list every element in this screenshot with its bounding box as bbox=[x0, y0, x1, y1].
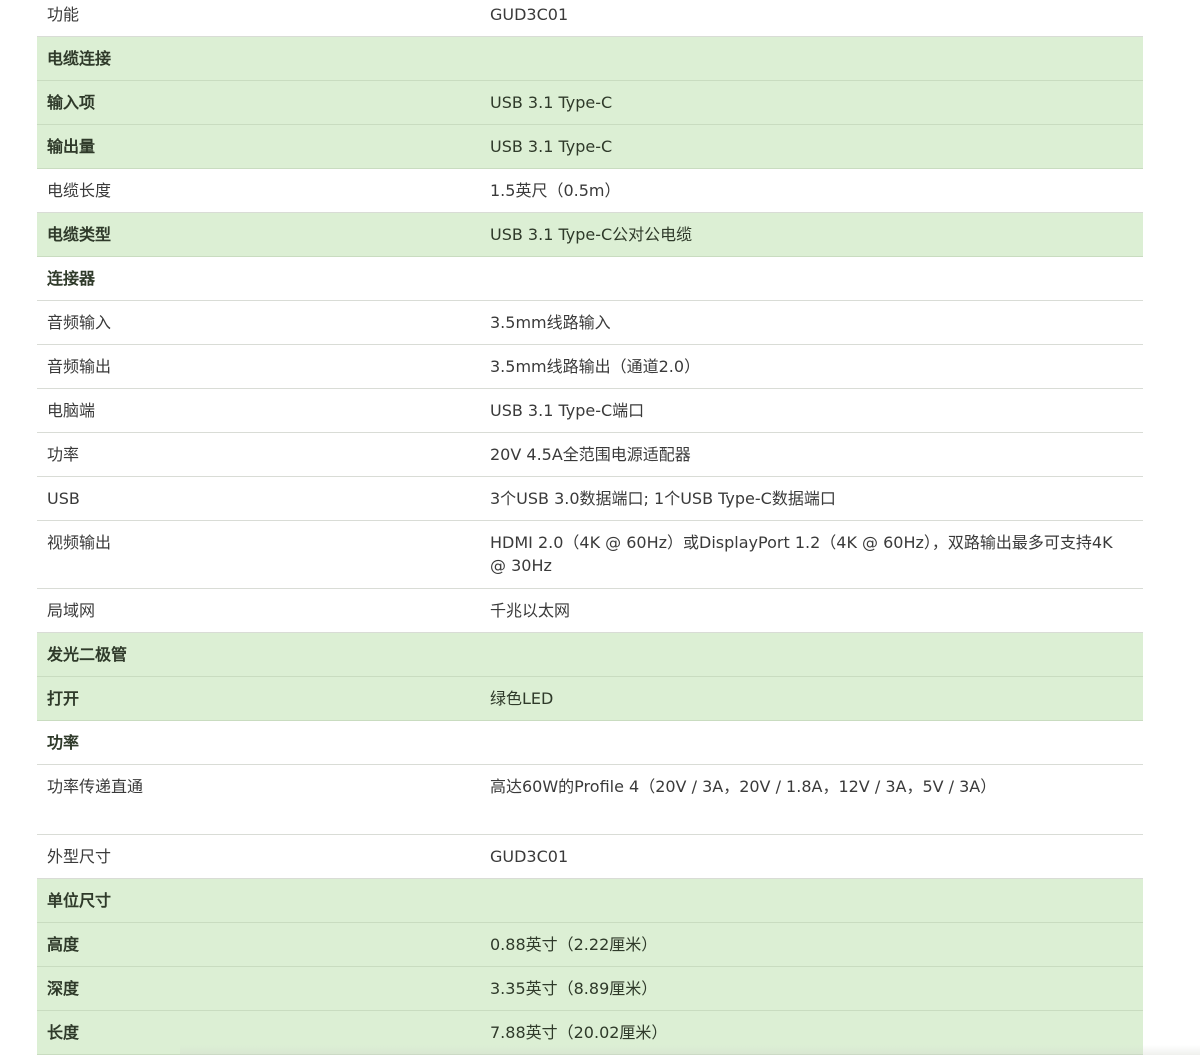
spec-value: 千兆以太网 bbox=[490, 601, 571, 620]
spec-value: 3.5mm线路输入 bbox=[490, 313, 611, 332]
spec-row: USB 3个USB 3.0数据端口; 1个USB Type-C数据端口 bbox=[37, 477, 1143, 521]
spec-label: 打开 bbox=[47, 689, 80, 708]
spec-label: 功率 bbox=[47, 733, 80, 752]
spec-value: 3.5mm线路输出（通道2.0） bbox=[490, 357, 701, 376]
spec-row: 打开 绿色LED bbox=[37, 677, 1143, 721]
spec-label: 长度 bbox=[47, 1023, 80, 1042]
spec-label: 高度 bbox=[47, 935, 80, 954]
spec-value: 0.88英寸（2.22厘米） bbox=[490, 935, 658, 954]
spec-row: 功率传递直通 高达60W的Profile 4（20V / 3A，20V / 1.8… bbox=[37, 765, 1143, 835]
section-header-row: 发光二极管 bbox=[37, 633, 1143, 677]
spec-value: 3.35英寸（8.89厘米） bbox=[490, 979, 658, 998]
spec-row: 输入项 USB 3.1 Type-C bbox=[37, 81, 1143, 125]
spec-value bbox=[490, 721, 1143, 731]
spec-label: 功能 bbox=[47, 5, 80, 24]
section-header-row: 电缆连接 bbox=[37, 37, 1143, 81]
spec-label: 电缆类型 bbox=[47, 225, 112, 244]
spec-value: 3个USB 3.0数据端口; 1个USB Type-C数据端口 bbox=[490, 489, 836, 508]
section-header-row: 功率 bbox=[37, 721, 1143, 765]
spec-value bbox=[490, 37, 1143, 47]
spec-value: USB 3.1 Type-C公对公电缆 bbox=[490, 225, 693, 244]
spec-label: 单位尺寸 bbox=[47, 891, 112, 910]
spec-value bbox=[490, 879, 1143, 889]
spec-label: 音频输入 bbox=[47, 313, 112, 332]
spec-row: 深度 3.35英寸（8.89厘米） bbox=[37, 967, 1143, 1011]
spec-label: 视频输出 bbox=[47, 533, 112, 552]
spec-label: 电缆连接 bbox=[47, 49, 112, 68]
spec-row: 功能 GUD3C01 bbox=[37, 0, 1143, 37]
spec-value: GUD3C01 bbox=[490, 5, 569, 24]
spec-value: 高达60W的Profile 4（20V / 3A，20V / 1.8A，12V … bbox=[490, 777, 997, 796]
spec-row: 外型尺寸 GUD3C01 bbox=[37, 835, 1143, 879]
spec-value: USB 3.1 Type-C bbox=[490, 137, 613, 156]
spec-label: 输出量 bbox=[47, 137, 96, 156]
spec-value: USB 3.1 Type-C bbox=[490, 93, 613, 112]
spec-label: 外型尺寸 bbox=[47, 847, 112, 866]
spec-value: 绿色LED bbox=[490, 689, 554, 708]
spec-table: 功能 GUD3C01 电缆连接输入项 USB 3.1 Type-C 输出量 USB 3.1… bbox=[37, 0, 1143, 1055]
spec-label: 电缆长度 bbox=[47, 181, 112, 200]
spec-row: 音频输出 3.5mm线路输出（通道2.0） bbox=[37, 345, 1143, 389]
spec-value: 20V 4.5A全范围电源适配器 bbox=[490, 445, 691, 464]
spec-row: 功率 20V 4.5A全范围电源适配器 bbox=[37, 433, 1143, 477]
spec-label: 连接器 bbox=[47, 269, 96, 288]
spec-label: 功率 bbox=[47, 445, 80, 464]
spec-label: 深度 bbox=[47, 979, 80, 998]
spec-value: 7.88英寸（20.02厘米） bbox=[490, 1023, 668, 1042]
spec-label: 功率传递直通 bbox=[47, 777, 144, 796]
spec-value: 1.5英尺（0.5m） bbox=[490, 181, 621, 200]
spec-row: 电脑端 USB 3.1 Type-C端口 bbox=[37, 389, 1143, 433]
spec-value: HDMI 2.0（4K @ 60Hz）或DisplayPort 1.2（4K @… bbox=[490, 533, 1113, 575]
spec-row: 局域网 千兆以太网 bbox=[37, 589, 1143, 633]
spec-label: 发光二极管 bbox=[47, 645, 128, 664]
spec-label: 音频输出 bbox=[47, 357, 112, 376]
spec-label: USB bbox=[47, 489, 80, 508]
spec-value bbox=[490, 633, 1143, 643]
spec-label: 输入项 bbox=[47, 93, 96, 112]
spec-row: 视频输出 HDMI 2.0（4K @ 60Hz）或DisplayPort 1.2（… bbox=[37, 521, 1143, 589]
spec-value: GUD3C01 bbox=[490, 847, 569, 866]
spec-row: 电缆类型 USB 3.1 Type-C公对公电缆 bbox=[37, 213, 1143, 257]
spec-row: 输出量 USB 3.1 Type-C bbox=[37, 125, 1143, 169]
spec-row: 音频输入 3.5mm线路输入 bbox=[37, 301, 1143, 345]
section-header-row: 连接器 bbox=[37, 257, 1143, 301]
spec-value bbox=[490, 257, 1143, 267]
spec-label: 局域网 bbox=[47, 601, 96, 620]
spec-label: 电脑端 bbox=[47, 401, 96, 420]
bottom-shadow bbox=[180, 1045, 1200, 1055]
spec-value: USB 3.1 Type-C端口 bbox=[490, 401, 645, 420]
spec-row: 高度 0.88英寸（2.22厘米） bbox=[37, 923, 1143, 967]
spec-row: 电缆长度 1.5英尺（0.5m） bbox=[37, 169, 1143, 213]
section-header-row: 单位尺寸 bbox=[37, 879, 1143, 923]
